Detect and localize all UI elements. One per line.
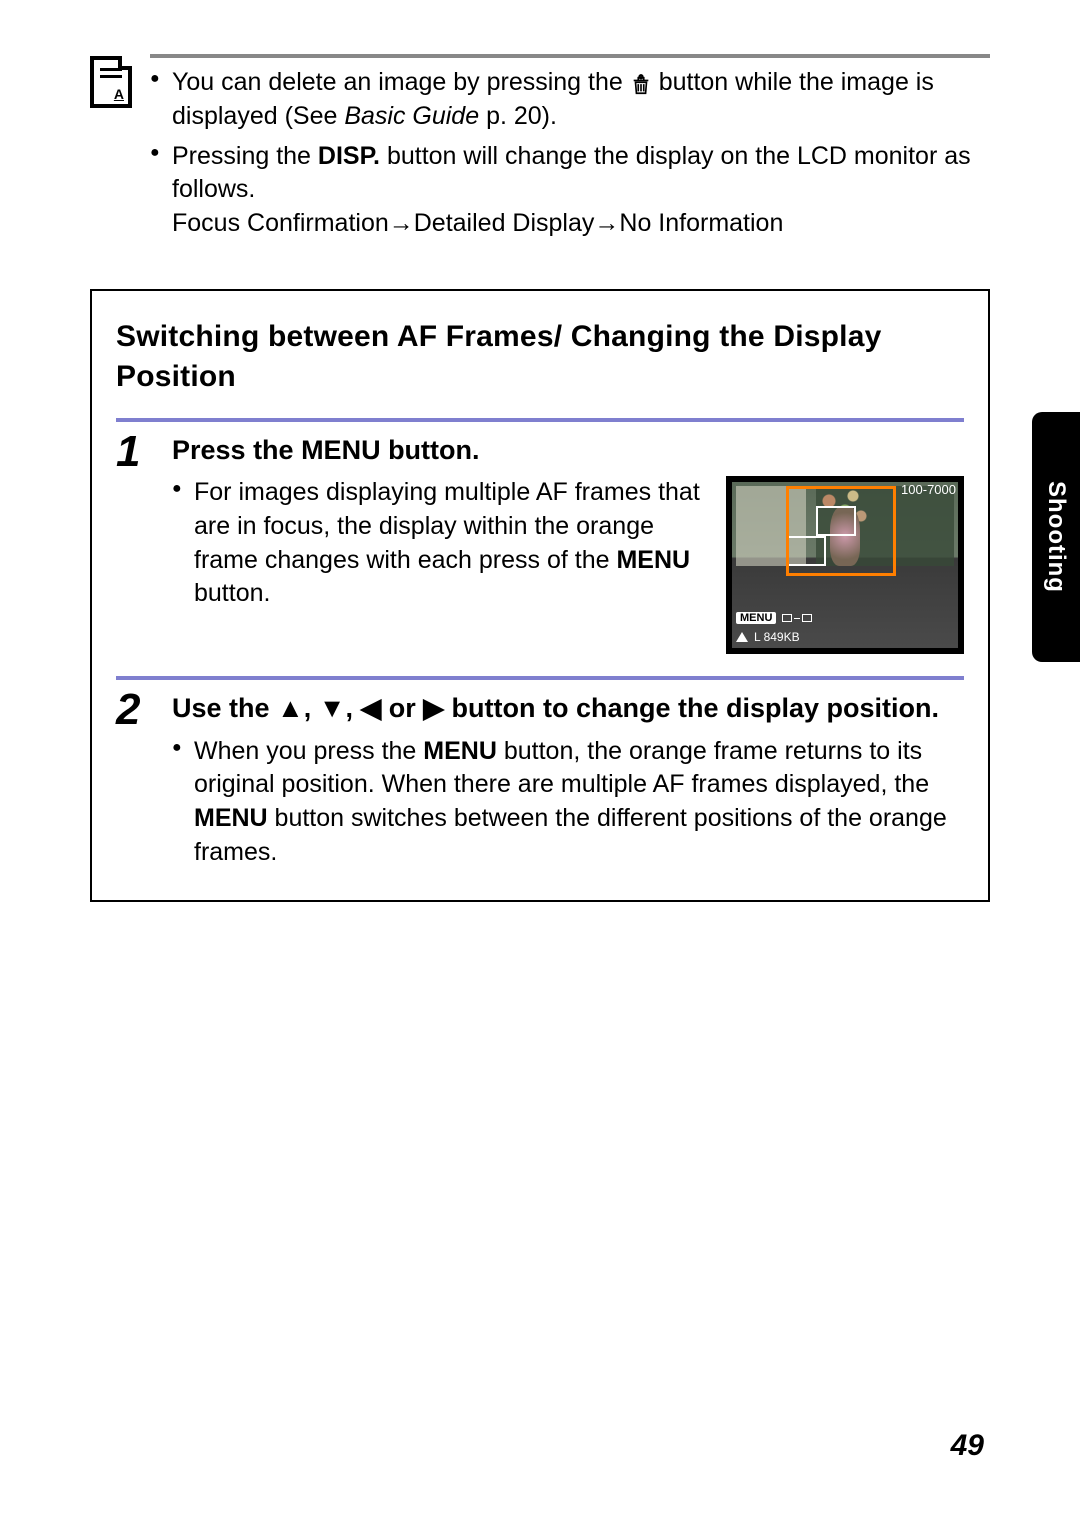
text: button to change the display position. — [444, 693, 939, 723]
text: Use the — [172, 693, 277, 723]
thumb-size-label: L 849KB — [736, 630, 800, 644]
quality-icon — [736, 632, 748, 642]
text-bold: MENU — [194, 804, 268, 832]
text-sequence: Focus Confirmation→Detailed Display→No I… — [172, 207, 990, 241]
direction-arrows: ▲, ▼, ◀ or ▶ — [277, 693, 444, 723]
text: Pressing the — [172, 142, 318, 170]
note-bullet-2: Pressing the DISP. button will change th… — [150, 140, 990, 241]
text-bold: MENU — [423, 737, 497, 765]
note-icon: A — [90, 56, 132, 108]
lcd-preview-thumbnail: 100-7000 MENU L 849KB — [726, 476, 964, 654]
step-1-text: For images displaying multiple AF frames… — [172, 476, 708, 611]
step-number: 2 — [116, 688, 158, 869]
orange-frame — [786, 486, 896, 576]
note-body: You can delete an image by pressing the … — [150, 54, 990, 247]
step-2-text: When you press the MENU button, the oran… — [172, 735, 964, 870]
step-number: 1 — [116, 430, 158, 654]
thumb-file-number: 100-7000 — [901, 482, 956, 497]
section-box: Switching between AF Frames/ Changing th… — [90, 289, 990, 902]
trash-icon — [630, 72, 652, 94]
frame-switch-icon — [782, 614, 812, 622]
text: p. 20). — [479, 102, 557, 130]
text: L 849KB — [754, 630, 800, 644]
note-bullet-1: You can delete an image by pressing the … — [150, 66, 990, 134]
text: button. — [194, 579, 270, 607]
step-2-heading: Use the ▲, ▼, ◀ or ▶ button to change th… — [172, 690, 964, 726]
section-title: Switching between AF Frames/ Changing th… — [116, 317, 964, 398]
thumb-menu-indicator: MENU — [736, 612, 812, 624]
manual-page: A You can delete an image by pressing th… — [0, 0, 1080, 1521]
tab-label: Shooting — [1042, 481, 1070, 593]
section-tab-shooting: Shooting — [1032, 412, 1080, 662]
menu-badge: MENU — [736, 612, 776, 624]
text-italic: Basic Guide — [344, 102, 479, 130]
text: When you press the — [194, 737, 423, 765]
text-bold: DISP. — [318, 142, 380, 170]
text-bold: MENU — [616, 546, 690, 574]
page-number: 49 — [951, 1429, 984, 1463]
step-1-heading: Press the MENU button. — [172, 432, 964, 468]
text: button switches between the different po… — [194, 804, 947, 866]
text: You can delete an image by pressing the — [172, 68, 630, 96]
step-2: 2 Use the ▲, ▼, ◀ or ▶ button to change … — [116, 676, 964, 869]
step-1: 1 Press the MENU button. For images disp… — [116, 418, 964, 654]
top-note: A You can delete an image by pressing th… — [90, 54, 990, 247]
